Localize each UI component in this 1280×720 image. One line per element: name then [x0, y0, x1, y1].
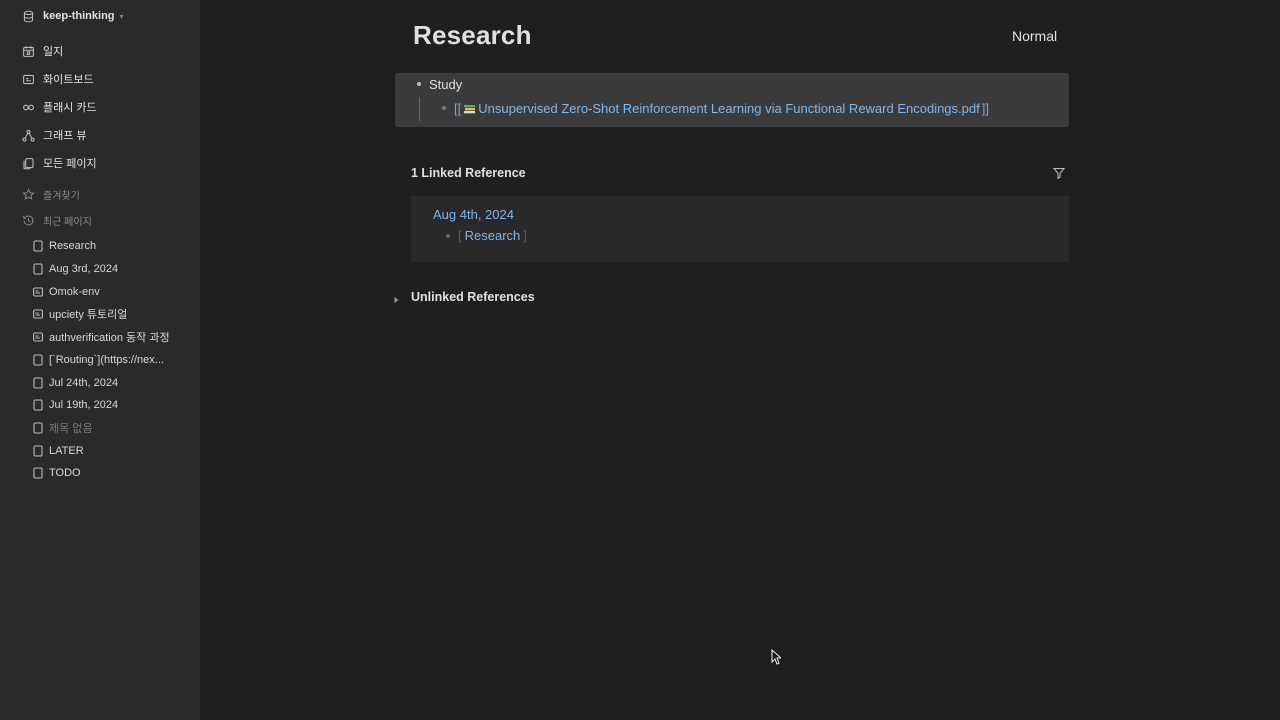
recent-item-label: Aug 3rd, 2024	[49, 263, 119, 275]
whiteboard-icon	[33, 308, 43, 320]
mouse-cursor-icon	[771, 648, 783, 665]
page-title[interactable]: Research	[413, 20, 532, 51]
link-bracket-close: ]	[523, 228, 527, 243]
recent-item-label: upciety 튜토리얼	[49, 309, 128, 321]
infinity-icon	[22, 101, 35, 114]
recent-item[interactable]: 제목 없음	[33, 419, 93, 437]
block-bullet[interactable]	[446, 234, 450, 238]
linked-references-title[interactable]: 1 Linked Reference	[411, 166, 526, 180]
block-highlight	[395, 73, 1069, 127]
graph-name: keep-thinking	[43, 10, 115, 22]
history-icon	[22, 214, 35, 227]
recent-section[interactable]: 최근 페이지	[22, 211, 92, 229]
page-icon	[33, 377, 43, 389]
graph-icon	[22, 129, 35, 142]
filter-icon[interactable]	[1052, 166, 1066, 180]
page-icon	[33, 445, 43, 457]
recent-item[interactable]: Jul 19th, 2024	[33, 396, 118, 414]
link-bracket-open: [[	[454, 101, 462, 116]
pages-icon	[22, 157, 35, 170]
nav-label: 그래프 뷰	[43, 130, 87, 142]
caret-right-icon[interactable]	[393, 292, 400, 303]
recent-item[interactable]: Research	[33, 237, 96, 255]
pdf-link-text[interactable]: Unsupervised Zero-Shot Reinforcement Lea…	[478, 101, 980, 116]
block-bullet[interactable]	[442, 106, 446, 110]
recent-label: 최근 페이지	[43, 216, 92, 228]
nav-flashcards[interactable]: 플래시 카드	[22, 98, 97, 116]
reference-block[interactable]: [ Research ]	[458, 228, 527, 243]
graph-selector[interactable]: keep-thinking ▾	[22, 8, 124, 24]
recent-item[interactable]: TODO	[33, 464, 81, 482]
database-icon	[22, 10, 35, 23]
recent-item-label: Jul 19th, 2024	[49, 399, 119, 411]
books-icon	[463, 103, 476, 115]
nav-label: 플래시 카드	[43, 102, 97, 114]
reference-page-link[interactable]: Aug 4th, 2024	[433, 207, 514, 222]
nav-all-pages[interactable]: 모든 페이지	[22, 154, 97, 172]
link-bracket-open: [	[458, 228, 462, 243]
recent-item-label: 제목 없음	[49, 423, 93, 435]
chevron-down-icon: ▾	[119, 11, 124, 21]
page-icon	[33, 467, 43, 479]
calendar-icon	[22, 45, 35, 58]
block-bullet[interactable]	[417, 82, 421, 86]
recent-item[interactable]: Jul 24th, 2024	[33, 374, 118, 392]
recent-item-label: LATER	[49, 445, 84, 457]
sidebar: keep-thinking ▾ 일지 화이트보드 플래시 카드 그래프 뷰 모든…	[0, 0, 200, 720]
star-icon	[22, 187, 35, 201]
whiteboard-icon	[22, 73, 35, 86]
reference-link-text[interactable]: Research	[465, 228, 521, 243]
favorites-section[interactable]: 즐겨찾기	[22, 185, 80, 203]
recent-item[interactable]: [`Routing`](https://nex...	[33, 351, 164, 369]
whiteboard-icon	[33, 331, 43, 343]
recent-item-label: TODO	[49, 467, 81, 479]
page-icon	[33, 399, 43, 411]
nav-label: 일지	[43, 46, 64, 58]
mode-label[interactable]: Normal	[1012, 28, 1057, 44]
recent-item-label: authverification 동작 과정	[49, 332, 170, 344]
nav-whiteboards[interactable]: 화이트보드	[22, 70, 94, 88]
page-icon	[33, 354, 43, 366]
recent-item-label: Omok-env	[49, 286, 100, 298]
block-pdf-link[interactable]: [[ Unsupervised Zero-Shot Reinforcement …	[454, 101, 989, 116]
nav-graph-view[interactable]: 그래프 뷰	[22, 126, 87, 144]
block-thread-line	[419, 97, 420, 121]
recent-item-label: Jul 24th, 2024	[49, 377, 119, 389]
recent-item-label: [`Routing`](https://nex...	[49, 354, 164, 366]
nav-journals[interactable]: 일지	[22, 42, 63, 60]
recent-item[interactable]: authverification 동작 과정	[33, 328, 170, 346]
nav-label: 모든 페이지	[43, 158, 97, 170]
nav-label: 화이트보드	[43, 74, 94, 86]
recent-item[interactable]: LATER	[33, 442, 84, 460]
unlinked-references-title[interactable]: Unlinked References	[411, 290, 535, 304]
page-icon	[33, 240, 43, 252]
recent-item[interactable]: Aug 3rd, 2024	[33, 260, 118, 278]
link-bracket-close: ]]	[981, 101, 989, 116]
whiteboard-icon	[33, 286, 43, 298]
recent-item[interactable]: upciety 튜토리얼	[33, 305, 127, 323]
favorites-label: 즐겨찾기	[43, 190, 80, 202]
recent-item-label: Research	[49, 240, 97, 252]
recent-item[interactable]: Omok-env	[33, 283, 100, 301]
block-study[interactable]: Study	[429, 77, 462, 92]
page-icon	[33, 422, 43, 434]
page-icon	[33, 263, 43, 275]
